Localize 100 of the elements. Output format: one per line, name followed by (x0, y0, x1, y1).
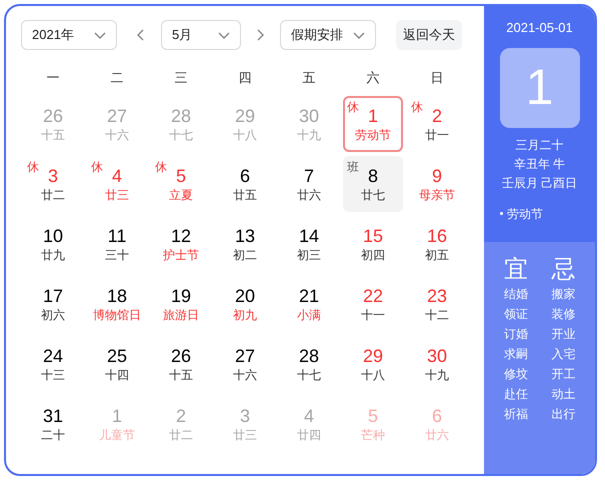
day-number: 2 (432, 105, 442, 127)
day-cell[interactable]: 14 初三 (279, 216, 339, 272)
day-number: 14 (298, 225, 320, 247)
almanac-item: 装修 (551, 306, 576, 323)
almanac-item: 出行 (551, 406, 576, 423)
almanac-item: 开业 (551, 326, 576, 343)
day-number: 5 (176, 165, 186, 187)
day-cell[interactable]: 班 8 廿七 (343, 156, 403, 212)
day-cell[interactable]: 19 旅游日 (151, 276, 211, 332)
day-cell[interactable]: 休 1 劳动节 (343, 96, 403, 152)
day-number: 6 (432, 405, 442, 427)
lunar-date: 十三 (41, 367, 65, 383)
lunar-date: 三十 (105, 247, 129, 263)
day-cell[interactable]: 16 初五 (407, 216, 467, 272)
bullet-icon (500, 212, 503, 215)
lunar-info: 三月二十 (516, 136, 564, 154)
lunar-date: 芒种 (361, 427, 385, 443)
day-cell[interactable]: 休 4 廿三 (87, 156, 147, 212)
day-number: 28 (298, 345, 320, 367)
selected-date: 2021-05-01 (506, 19, 573, 37)
lunar-date: 廿三 (233, 427, 257, 443)
lunar-date: 十一 (361, 307, 385, 323)
day-number: 9 (432, 165, 442, 187)
day-number: 29 (234, 105, 256, 127)
lunar-date: 廿五 (233, 187, 257, 203)
almanac-item: 入宅 (551, 346, 576, 363)
day-cell[interactable]: 17 初六 (23, 276, 83, 332)
back-to-today-button[interactable]: 返回今天 (396, 20, 462, 50)
day-cell[interactable]: 休 5 立夏 (151, 156, 211, 212)
day-type-label: 班 (347, 159, 359, 176)
day-cell[interactable]: 10 廿九 (23, 216, 83, 272)
weekday-label: 日 (430, 69, 444, 87)
day-number: 3 (48, 165, 58, 187)
day-cell[interactable]: 27 十六 (215, 336, 275, 392)
lunar-date: 廿二 (169, 427, 193, 443)
lunar-date: 初六 (41, 307, 65, 323)
day-cell[interactable]: 21 小满 (279, 276, 339, 332)
lunar-date: 二十 (41, 427, 65, 443)
lunar-date: 十五 (169, 367, 193, 383)
day-number: 8 (368, 165, 378, 187)
day-number: 13 (234, 225, 256, 247)
day-type-label: 休 (347, 99, 359, 116)
day-cell[interactable]: 11 三十 (87, 216, 147, 272)
lunar-date: 廿九 (41, 247, 65, 263)
holiday-select[interactable]: 假期安排 (280, 20, 376, 50)
day-cell[interactable]: 18 博物馆日 (87, 276, 147, 332)
day-number: 20 (234, 285, 256, 307)
lunar-date: 廿六 (297, 187, 321, 203)
day-cell[interactable]: 23 十二 (407, 276, 467, 332)
day-cell[interactable]: 7 廿六 (279, 156, 339, 212)
almanac-item: 订婚 (504, 326, 528, 343)
lunar-date: 十六 (105, 127, 129, 143)
day-cell[interactable]: 31 二十 (23, 396, 83, 452)
lunar-date: 初二 (233, 247, 257, 263)
lunar-date: 初三 (297, 247, 321, 263)
almanac-item: 开工 (551, 366, 576, 383)
almanac-heading: 忌 (551, 256, 576, 284)
day-cell[interactable]: 20 初九 (215, 276, 275, 332)
day-cell[interactable]: 29 十八 (343, 336, 403, 392)
day-cell[interactable]: 22 十一 (343, 276, 403, 332)
day-type-label: 休 (91, 159, 103, 176)
day-cell[interactable]: 休 2 廿一 (407, 96, 467, 152)
lunar-info: 辛丑年 牛 (514, 156, 566, 172)
day-cell[interactable]: 12 护士节 (151, 216, 211, 272)
day-number: 2 (176, 405, 186, 427)
day-cell[interactable]: 13 初二 (215, 216, 275, 272)
almanac-item: 动土 (551, 386, 576, 403)
day-cell[interactable]: 30 十九 (407, 336, 467, 392)
lunar-date: 廿六 (425, 427, 449, 443)
lunar-date: 小满 (297, 307, 321, 323)
day-cell[interactable]: 9 母亲节 (407, 156, 467, 212)
day-number: 11 (108, 225, 126, 247)
day-number: 7 (304, 165, 314, 187)
day-cell[interactable]: 25 十四 (87, 336, 147, 392)
day-cell[interactable]: 28 十七 (279, 336, 339, 392)
day-cell[interactable]: 15 初四 (343, 216, 403, 272)
day-cell[interactable]: 24 十三 (23, 336, 83, 392)
day-cell[interactable]: 休 3 廿二 (23, 156, 83, 212)
year-select[interactable]: 2021年 (21, 20, 117, 50)
day-type-label: 休 (155, 159, 167, 176)
lunar-info: 壬辰月 己酉日 (502, 174, 578, 192)
lunar-date: 十五 (41, 127, 65, 143)
day-number: 12 (170, 225, 192, 247)
lunar-date: 廿四 (297, 427, 321, 443)
day-type-label: 休 (411, 99, 423, 116)
weekday-label: 四 (238, 69, 252, 87)
day-number: 29 (362, 345, 384, 367)
lunar-date: 博物馆日 (93, 307, 141, 323)
day-number: 19 (170, 285, 192, 307)
lunar-date: 母亲节 (419, 187, 455, 203)
lunar-date: 护士节 (163, 247, 199, 263)
lunar-date: 十七 (169, 127, 193, 143)
almanac-item: 求嗣 (504, 346, 528, 363)
day-cell[interactable]: 26 十五 (151, 336, 211, 392)
almanac-item: 结婚 (504, 286, 528, 303)
day-cell[interactable]: 6 廿五 (215, 156, 275, 212)
day-type-label: 休 (27, 159, 39, 176)
month-select[interactable]: 5月 (161, 20, 241, 50)
day-number: 4 (304, 405, 314, 427)
day-number: 26 (42, 105, 64, 127)
